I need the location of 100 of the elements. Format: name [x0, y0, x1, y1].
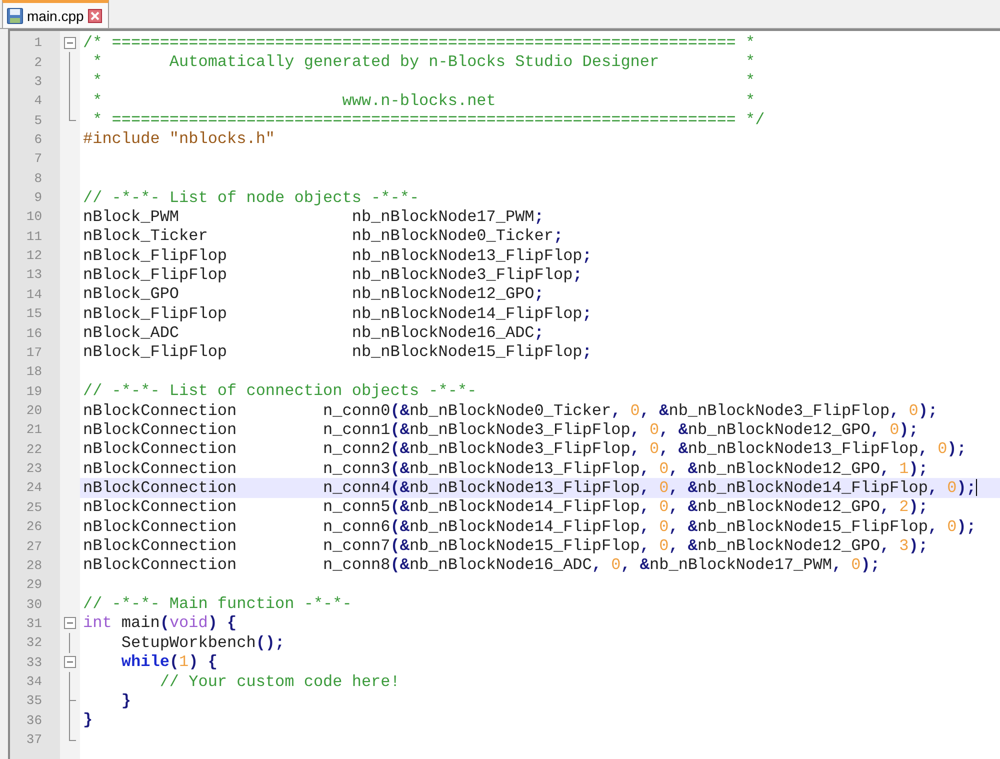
code-text: , & [668, 518, 698, 536]
line-number: 19 [26, 384, 42, 399]
code-text: nBlock_Ticker nb_nBlockNode0_Ticker [83, 227, 554, 246]
code-text: ); [956, 518, 976, 536]
code-text: // Your custom code here! [158, 672, 400, 691]
line-number: 23 [26, 461, 42, 476]
code-text: ) { [188, 653, 218, 672]
code-text: (& [390, 440, 410, 458]
code-text: nBlockConnection n_conn6 [83, 518, 390, 536]
code-text: nb_nBlockNode14_FlipFlop [698, 478, 928, 497]
code-text: nBlock_PWM nb_nBlockNode17_PWM [83, 208, 534, 226]
code-text: (); [256, 634, 285, 652]
line-number: 5 [34, 112, 42, 128]
code-text: 0 [659, 498, 669, 516]
line-number: 15 [26, 306, 42, 322]
code-text: nb_nBlockNode14_FlipFlop [409, 518, 640, 536]
code-text: , [890, 402, 900, 420]
code-text: 0 [659, 478, 669, 497]
code-text: ); [899, 420, 918, 439]
close-icon[interactable] [88, 8, 102, 22]
line-number: 36 [26, 712, 42, 728]
code-text: nb_nBlockNode12_GPO [688, 420, 870, 439]
code-text: nBlockConnection n_conn0 [83, 402, 390, 420]
code-text: nb_nBlockNode0_Ticker [409, 402, 612, 420]
code-text: ); [908, 460, 928, 478]
code-text: (& [390, 402, 410, 420]
code-text: , [918, 440, 929, 458]
code-text: nBlockConnection n_conn5 [83, 498, 390, 516]
code-text: nb_nBlockNode3_FlipFlop [409, 420, 630, 439]
line-number: 26 [26, 519, 42, 534]
line-number: 4 [34, 93, 42, 108]
code-text: // -*-*- Main function -*-*- [83, 595, 352, 614]
code-text: 0 [659, 537, 669, 556]
line-number: 28 [26, 558, 42, 573]
code-text: int [83, 614, 112, 632]
code-text: nb_nBlockNode3_FlipFlop [409, 440, 630, 458]
code-text: 0 [947, 478, 957, 497]
code-text: * ================================================================= */ [92, 111, 765, 130]
code-text: ; [572, 266, 582, 284]
code-text: 3 [899, 537, 909, 556]
code-text: // -*-*- List of connection objects -*-*- [83, 382, 477, 400]
code-text: nb_nBlockNode16_ADC [409, 556, 592, 574]
fold-toggle-icon[interactable] [64, 617, 76, 630]
line-number: 22 [26, 442, 42, 457]
code-text: , [880, 460, 891, 478]
code-text: , [880, 498, 891, 516]
code-text: } [83, 711, 93, 730]
line-number: 7 [34, 151, 42, 166]
code-text: ) { [208, 614, 237, 632]
code-text: ); [956, 478, 976, 497]
code-text: , [928, 518, 939, 536]
code-text: nb_nBlockNode17_PWM [650, 556, 832, 574]
line-number: 14 [26, 286, 42, 302]
line-number: 29 [26, 577, 42, 592]
code-text: /* ================================================================= * [83, 34, 756, 52]
code-text: ; [534, 324, 544, 342]
line-number: 8 [34, 170, 42, 186]
code-text: , & [668, 460, 698, 478]
code-text: ; [534, 285, 544, 304]
code-text: nBlockConnection n_conn4 [83, 478, 390, 497]
code-text: , [928, 478, 939, 497]
line-number: 13 [26, 267, 42, 282]
code-text: , [630, 440, 641, 458]
line-number: 25 [26, 500, 42, 515]
code-text: , [630, 420, 641, 439]
fold-toggle-icon[interactable] [64, 656, 76, 668]
code-text: (& [390, 518, 410, 536]
code-text: nb_nBlockNode15_FlipFlop [409, 537, 640, 556]
code-text: nBlockConnection n_conn3 [83, 460, 390, 478]
line-number: 12 [26, 248, 42, 264]
code-text: , [640, 478, 650, 497]
code-text: nBlock_FlipFlop nb_nBlockNode13_FlipFlop [83, 246, 582, 265]
code-text: // -*-*- List of node objects -*-*- [83, 188, 420, 207]
code-text: 0 [851, 556, 861, 574]
code-text: , & [620, 556, 650, 574]
fold-toggle-icon[interactable] [64, 36, 76, 49]
code-text: nb_nBlockNode12_GPO [698, 460, 880, 478]
file-tab[interactable]: main.cpp [2, 0, 109, 28]
code-text: ( [169, 653, 180, 672]
code-text: 2 [899, 498, 909, 516]
code-text: nb_nBlockNode12_GPO [698, 537, 880, 556]
code-text: ); [947, 440, 966, 458]
code-text: , [870, 420, 881, 439]
code-text: SetupWorkbench [120, 634, 256, 652]
line-number: 21 [26, 422, 42, 438]
line-number: 3 [34, 74, 42, 89]
code-text: 0 [659, 518, 669, 536]
code-text: nb_nBlockNode13_FlipFlop [409, 460, 640, 478]
fold-guide-line [69, 710, 70, 730]
code-text: , [640, 537, 650, 556]
code-text: 0 [650, 420, 660, 439]
text-caret [976, 479, 977, 496]
fold-guide-line [69, 672, 70, 692]
code-text: , & [668, 478, 698, 497]
code-text: , & [659, 440, 688, 458]
code-text: ); [860, 556, 880, 574]
line-number: 32 [26, 635, 42, 650]
code-text: , & [668, 537, 698, 556]
code-text: , & [640, 402, 669, 420]
code-text: ); [908, 498, 928, 516]
